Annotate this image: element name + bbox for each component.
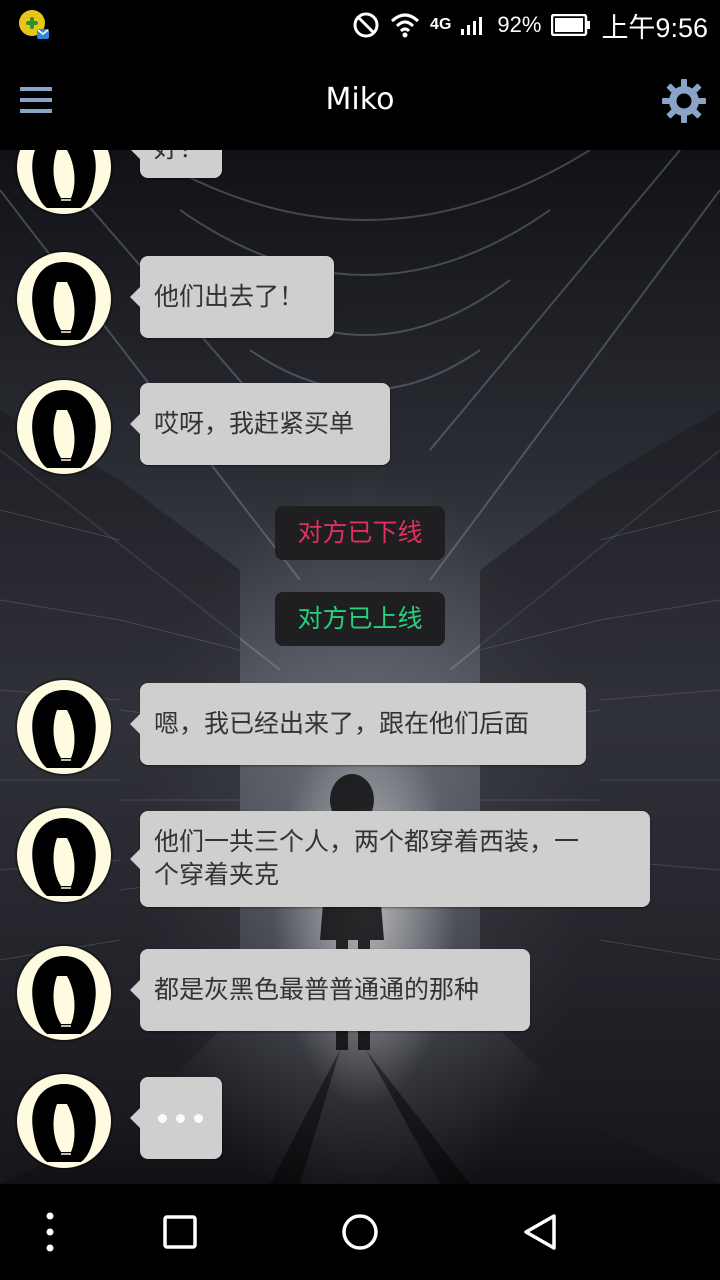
app-notification-icon: [19, 10, 49, 39]
avatar[interactable]: [17, 380, 111, 474]
do-not-disturb-icon: [353, 12, 379, 38]
avatar[interactable]: [17, 680, 111, 774]
typing-dot: [176, 1113, 185, 1123]
avatar-silhouette-icon: [32, 956, 96, 1034]
message-bubble[interactable]: 好！: [130, 150, 222, 178]
triangle-back-icon[interactable]: [520, 1212, 560, 1252]
square-recents-icon[interactable]: [162, 1212, 198, 1252]
network-type-label: 4G: [430, 16, 452, 33]
avatar-silhouette-icon: [32, 390, 96, 468]
typing-indicator-bubble: [130, 1077, 222, 1159]
message-bubble[interactable]: 都是灰黑色最普普通通的那种: [130, 949, 530, 1031]
avatar[interactable]: [17, 808, 111, 902]
chat-title: Miko: [325, 82, 395, 117]
message-text-line: 他们一共三个人，两个都穿着西装，一: [154, 827, 580, 856]
status-bar: 4G 92% 上午9:56: [0, 0, 720, 50]
avatar[interactable]: [17, 252, 111, 346]
wifi-icon: [391, 13, 420, 38]
battery-icon: [551, 14, 591, 36]
system-notice-text: 对方已上线: [297, 604, 423, 633]
system-navigation-bar: [0, 1184, 720, 1280]
typing-dot: [194, 1113, 203, 1123]
system-notice-offline: 对方已下线: [275, 506, 445, 560]
typing-dots: [154, 1077, 208, 1159]
typing-dot: [158, 1113, 167, 1123]
message-text: 好！: [154, 150, 204, 163]
avatar-silhouette-icon: [32, 690, 96, 768]
message-bubble[interactable]: 他们出去了！: [130, 256, 334, 338]
message-bubble[interactable]: 嗯，我已经出来了，跟在他们后面: [130, 683, 586, 765]
message-text: 都是灰黑色最普普通通的那种: [154, 975, 480, 1004]
circle-home-icon[interactable]: [340, 1212, 380, 1252]
avatar-silhouette-icon: [32, 262, 96, 340]
chat-message-list[interactable]: 好！ 他们出去了！ 哎呀，我赶紧买单: [0, 150, 720, 1184]
avatar[interactable]: [17, 946, 111, 1040]
message-text: 他们出去了！: [154, 282, 305, 311]
message-bubble[interactable]: 他们一共三个人，两个都穿着西装，一 个穿着夹克: [130, 811, 650, 907]
app-bar: Miko: [0, 50, 720, 150]
clock-time: 上午9:56: [601, 12, 708, 43]
signal-strength-icon: [461, 17, 483, 35]
battery-percent: 92%: [497, 12, 542, 37]
system-notice-text: 对方已下线: [297, 518, 423, 547]
message-text-line: 个穿着夹克: [154, 860, 280, 889]
avatar[interactable]: [17, 1074, 111, 1168]
more-vertical-icon[interactable]: [40, 1212, 60, 1252]
message-text: 哎呀，我赶紧买单: [154, 409, 355, 438]
gear-icon[interactable]: [662, 79, 706, 123]
message-text: 嗯，我已经出来了，跟在他们后面: [154, 709, 530, 738]
system-notice-online: 对方已上线: [275, 592, 445, 646]
avatar-silhouette-icon: [32, 1084, 96, 1162]
avatar-silhouette-icon: [32, 818, 96, 896]
message-bubble[interactable]: 哎呀，我赶紧买单: [130, 383, 390, 465]
